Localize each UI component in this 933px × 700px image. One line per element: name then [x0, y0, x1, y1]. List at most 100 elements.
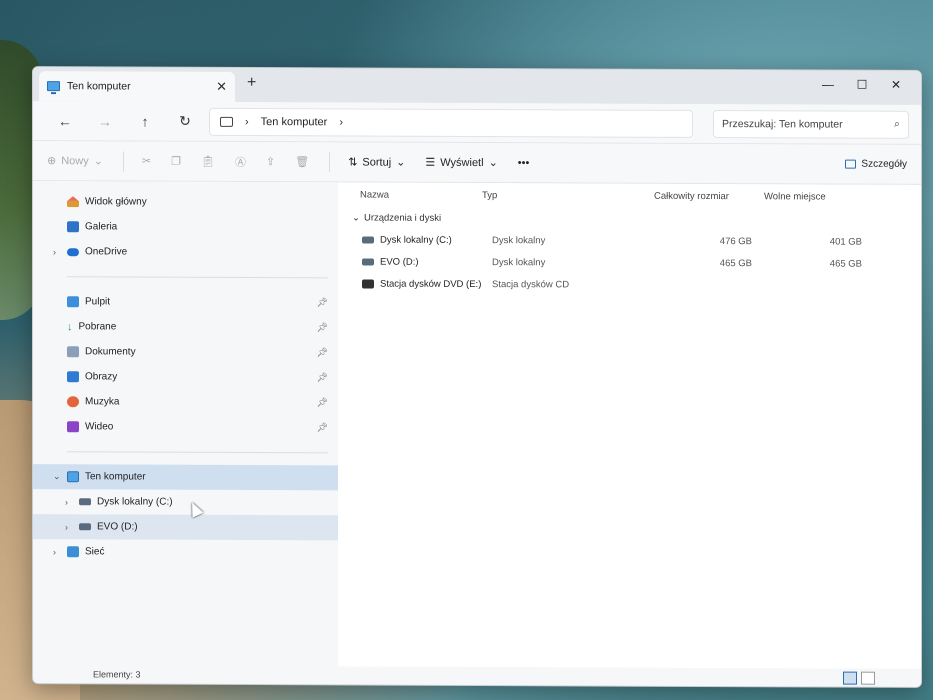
chevron-down-icon: ⌄	[93, 155, 103, 168]
pin-icon[interactable]: 📌︎	[317, 322, 328, 333]
dvd-drive-icon	[362, 278, 374, 289]
rename-icon[interactable]: Ⓐ	[235, 153, 246, 169]
sidebar-item-label: Obrazy	[85, 371, 118, 383]
view-list-icon: ☰	[425, 156, 436, 169]
status-bar: Elementy: 3	[33, 665, 921, 687]
drive-icon	[362, 235, 374, 244]
sidebar-item-music[interactable]: Muzyka 📌︎	[33, 389, 338, 415]
more-options-button[interactable]: •••	[518, 157, 530, 169]
tiles-view-icon[interactable]	[861, 671, 875, 685]
sidebar-item-label: Wideo	[85, 421, 114, 433]
chevron-right-icon[interactable]: ›	[65, 497, 68, 507]
up-arrow-icon[interactable]: ↑	[125, 113, 165, 129]
sidebar-item-videos[interactable]: Wideo 📌︎	[33, 414, 338, 440]
content-area: Widok główny Galeria › OneDrive Pulpit 📌…	[33, 181, 921, 669]
back-arrow-icon[interactable]: ←	[45, 113, 85, 129]
pin-icon[interactable]: 📌︎	[317, 422, 328, 433]
pin-icon[interactable]: 📌︎	[317, 297, 328, 308]
breadcrumb-this-pc[interactable]: Ten komputer	[261, 116, 328, 128]
forward-arrow-icon[interactable]: →	[85, 113, 125, 129]
sidebar-item-label: Dokumenty	[85, 346, 136, 358]
view-button[interactable]: ☰ Wyświetl ⌄	[425, 156, 497, 169]
column-header-name[interactable]: Nazwa	[360, 189, 482, 201]
maximize-button[interactable]: ☐	[845, 75, 879, 95]
chevron-down-icon: ⌄	[396, 156, 406, 169]
pin-icon[interactable]: 📌︎	[317, 372, 328, 383]
pin-icon[interactable]: 📌︎	[317, 397, 328, 408]
address-bar-row: ← → ↑ ↻ › Ten komputer › Przeszukaj: Ten…	[33, 101, 921, 145]
new-button[interactable]: ⊕ Nowy ⌄	[47, 154, 103, 168]
close-button[interactable]: ✕	[879, 75, 913, 95]
chevron-down-icon[interactable]: ⌄	[53, 471, 61, 482]
chevron-right-icon[interactable]: ›	[339, 116, 343, 128]
chevron-down-icon: ⌄	[488, 157, 498, 170]
group-label: Urządzenia i dyski	[363, 212, 442, 224]
sidebar-item-network[interactable]: › Sieć	[33, 539, 338, 565]
sidebar-item-downloads[interactable]: ↓ Pobrane 📌︎	[33, 314, 338, 340]
sidebar-item-drive-c[interactable]: › Dysk lokalny (C:)	[33, 489, 338, 515]
copy-icon[interactable]: ❐	[171, 155, 181, 168]
sidebar-item-label: Dysk lokalny (C:)	[97, 496, 173, 508]
chevron-right-icon[interactable]: ›	[245, 115, 249, 127]
table-row[interactable]: EVO (D:) Dysk lokalny 465 GB 465 GB	[352, 250, 921, 274]
plus-circle-icon: ⊕	[47, 155, 57, 168]
divider	[122, 150, 124, 171]
view-label: Wyświetl	[440, 156, 484, 169]
sidebar-item-onedrive[interactable]: › OneDrive	[33, 239, 338, 265]
tab-this-pc[interactable]: Ten komputer ✕	[39, 71, 235, 102]
cut-icon[interactable]: ✂	[142, 155, 151, 168]
sidebar-item-desktop[interactable]: Pulpit 📌︎	[33, 289, 338, 315]
sidebar-item-label: OneDrive	[85, 246, 128, 258]
column-header-total-size[interactable]: Całkowity rozmiar	[654, 190, 764, 201]
sidebar-item-this-pc[interactable]: ⌄ Ten komputer	[33, 464, 338, 491]
group-header[interactable]: ⌄ Urządzenia i dyski	[352, 206, 921, 230]
window-controls: — ☐ ✕	[811, 74, 913, 94]
file-list[interactable]: Nazwa Typ Całkowity rozmiar Wolne miejsc…	[338, 182, 921, 669]
row-total: 465 GB	[719, 257, 752, 269]
sidebar-item-home[interactable]: Widok główny	[33, 189, 338, 215]
column-header-free-space[interactable]: Wolne miejsce	[764, 191, 864, 202]
row-name: Dysk lokalny (C:)	[380, 234, 452, 246]
divider	[67, 451, 328, 454]
chevron-right-icon[interactable]: ›	[53, 247, 56, 257]
divider	[329, 151, 331, 172]
search-input[interactable]: Przeszukaj: Ten komputer ⌕	[713, 109, 909, 139]
column-header-type[interactable]: Typ	[482, 190, 654, 202]
row-type: Dysk lokalny	[492, 256, 546, 268]
sidebar-item-documents[interactable]: Dokumenty 📌︎	[33, 339, 338, 365]
download-icon: ↓	[67, 320, 73, 333]
chevron-right-icon[interactable]: ›	[53, 547, 56, 557]
title-bar: Ten komputer ✕ + — ☐ ✕	[33, 67, 921, 105]
new-tab-button[interactable]: +	[247, 74, 256, 92]
table-row[interactable]: Stacja dysków DVD (E:) Stacja dysków CD	[352, 272, 921, 296]
details-button[interactable]: Szczegóły	[845, 159, 907, 170]
sidebar-item-label: Sieć	[85, 546, 105, 558]
network-icon	[67, 546, 79, 558]
chevron-right-icon[interactable]: ›	[65, 522, 68, 532]
pin-icon[interactable]: 📌︎	[317, 347, 328, 358]
view-toggles	[843, 671, 875, 685]
divider	[67, 276, 328, 279]
tab-close-icon[interactable]: ✕	[216, 79, 227, 95]
sidebar-item-label: Ten komputer	[85, 471, 146, 483]
drive-icon	[79, 523, 91, 531]
sort-button[interactable]: ⇅ Sortuj ⌄	[348, 155, 406, 169]
row-total: 476 GB	[719, 235, 752, 247]
minimize-button[interactable]: —	[811, 74, 845, 94]
search-icon: ⌕	[894, 117, 900, 130]
navigation-pane[interactable]: Widok główny Galeria › OneDrive Pulpit 📌…	[33, 181, 338, 667]
refresh-icon[interactable]: ↻	[165, 113, 205, 130]
computer-icon	[220, 116, 233, 127]
chevron-down-icon[interactable]: ⌄	[352, 212, 360, 223]
paste-icon[interactable]: 📋︎	[201, 155, 215, 168]
sidebar-item-pictures[interactable]: Obrazy 📌︎	[33, 364, 338, 390]
address-bar[interactable]: › Ten komputer ›	[209, 107, 693, 138]
sidebar-item-gallery[interactable]: Galeria	[33, 214, 338, 240]
details-view-icon[interactable]	[843, 671, 857, 685]
sidebar-item-drive-d[interactable]: › EVO (D:)	[33, 514, 338, 541]
delete-icon[interactable]: 🗑︎	[295, 155, 309, 168]
row-name: Stacja dysków DVD (E:)	[380, 278, 482, 290]
row-type: Stacja dysków CD	[492, 278, 570, 290]
share-icon[interactable]: ⇪	[266, 155, 275, 168]
table-row[interactable]: Dysk lokalny (C:) Dysk lokalny 476 GB 40…	[352, 228, 921, 252]
